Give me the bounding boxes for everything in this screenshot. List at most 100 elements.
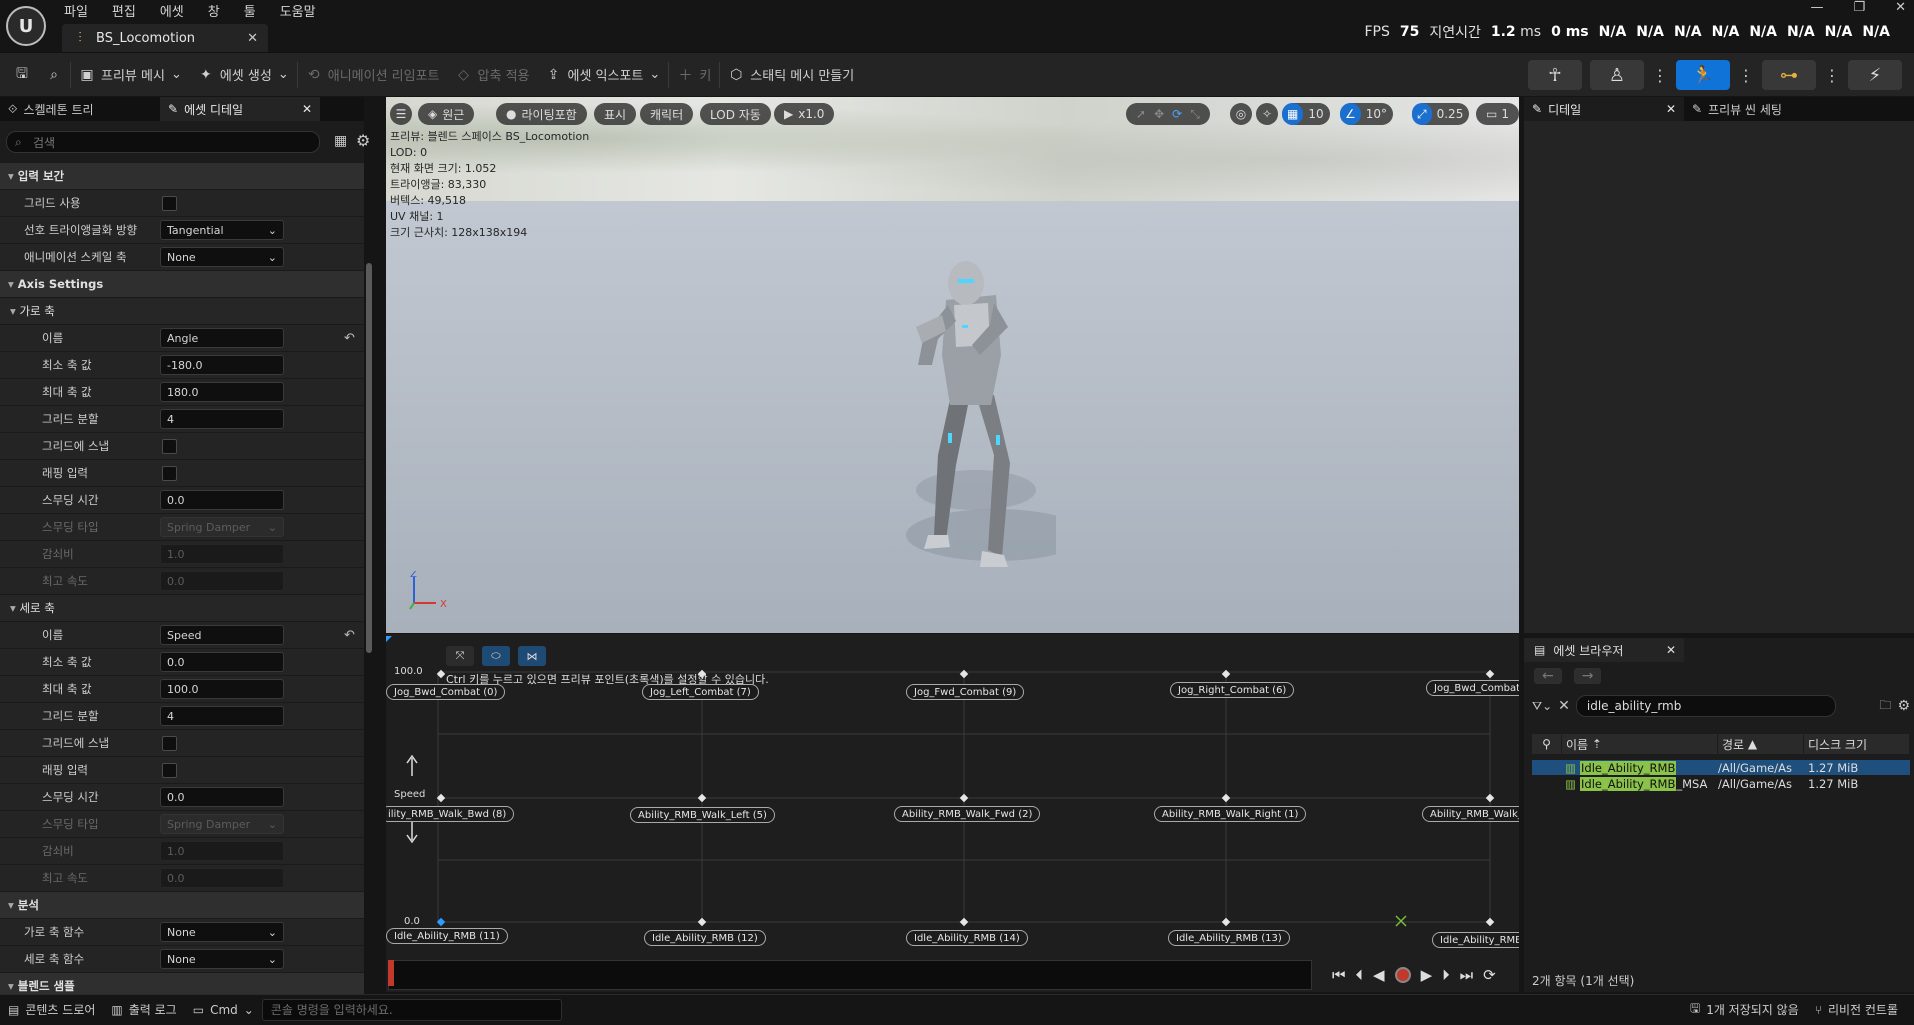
minimize-icon[interactable]: — [1810, 0, 1823, 15]
preview-viewport[interactable]: ☰ ◈ 원근 ● 라이팅포함 표시 캐릭터 LOD 자동 ▶ x1.0 ➚ ✥ ⟳ ⤡… [386, 97, 1519, 633]
h-grid-divisions-input[interactable]: 4 [160, 409, 284, 429]
save-button[interactable]: 🖫 [6, 60, 38, 90]
mesh-mode-button[interactable]: ♙ [1590, 60, 1644, 90]
console-command-input[interactable]: 콘솔 명령을 입력하세요. [261, 998, 562, 1021]
create-asset-button[interactable]: ✦ 에셋 생성 ⌄ [190, 60, 297, 90]
tab-asset-browser[interactable]: ▤ 에셋 브라우저 ✕ [1524, 638, 1684, 662]
reset-arrow-icon[interactable]: ↶ [344, 331, 355, 346]
close-window-icon[interactable]: ✕ [1895, 0, 1906, 15]
v-smoothing-type-select[interactable]: Spring Damper ⌄ [160, 814, 284, 834]
details-scrollbar[interactable] [366, 263, 372, 653]
close-tab-icon[interactable]: ✕ [302, 102, 312, 116]
rotation-snap-button[interactable]: ∠ 10° [1340, 103, 1394, 125]
close-tab-icon[interactable]: ✕ [1666, 643, 1676, 657]
v-damping-input[interactable]: 1.0 [160, 841, 284, 861]
play-forward-icon[interactable]: ▶ [1421, 966, 1433, 984]
document-tab[interactable]: ⫶ BS_Locomotion ✕ [62, 24, 268, 52]
reimport-button[interactable]: ⟲ 애니메이션 리임포트 [298, 60, 448, 90]
menu-window[interactable]: 창 [208, 1, 220, 20]
select-arrow-icon[interactable]: ➚ [1136, 107, 1146, 121]
blend-sample-node[interactable]: Idle_Ability_RMB [1432, 932, 1519, 948]
preview-mesh-button[interactable]: ▣ 프리뷰 메시 ⌄ [71, 60, 190, 90]
fit-view-button[interactable]: ⤧ [446, 646, 474, 666]
h-max-speed-input[interactable]: 0.0 [160, 571, 284, 591]
blend-sample-node[interactable]: Ability_RMB_Walk_ [1422, 806, 1519, 822]
v-snap-checkbox[interactable] [162, 735, 177, 751]
playback-speed-button[interactable]: ▶ x1.0 [774, 103, 835, 125]
anim-scale-axis-select[interactable]: None ⌄ [160, 247, 284, 267]
v-smoothing-time-input[interactable]: 0.0 [160, 787, 284, 807]
blend-sample-node[interactable]: Ability_RMB_Walk_Left (5) [630, 807, 775, 823]
filter-icon[interactable]: ⛛⌄ [1532, 699, 1552, 714]
more-options-icon[interactable]: ⋮ [1738, 66, 1754, 85]
search-input[interactable]: ⌕ 검색 [6, 131, 320, 153]
settings-gear-icon[interactable]: ⚙ [356, 131, 370, 150]
v-wrap-checkbox[interactable] [162, 762, 177, 778]
step-back-icon[interactable]: ⏴ [1356, 966, 1364, 984]
tab-details[interactable]: ✎ 디테일 ✕ [1524, 97, 1684, 121]
clear-search-icon[interactable]: ✕ [1558, 698, 1570, 714]
h-axis-max-input[interactable]: 180.0 [160, 382, 284, 402]
h-wrap-checkbox[interactable] [162, 465, 177, 481]
use-grid-checkbox[interactable] [162, 195, 177, 211]
more-options-icon[interactable]: ⋮ [1824, 66, 1840, 85]
make-static-mesh-button[interactable]: ⬡ 스태틱 메시 만들기 [720, 60, 862, 90]
show-labels-button[interactable]: ⬭ [482, 646, 510, 666]
section-horizontal-axis[interactable]: 가로 축 [0, 298, 364, 325]
close-tab-icon[interactable]: ✕ [1666, 102, 1676, 116]
blend-sample-node[interactable]: Jog_Right_Combat (6) [1170, 682, 1295, 698]
close-tab-icon[interactable]: ✕ [247, 31, 258, 46]
content-drawer-button[interactable]: ▤ 콘텐츠 드로어 [0, 995, 103, 1025]
blend-sample-node[interactable]: Idle_Ability_RMB (11) [386, 928, 508, 944]
triangulation-button[interactable]: ⋈ [518, 646, 546, 666]
character-button[interactable]: 캐릭터 [640, 103, 694, 125]
grid-snap-button[interactable]: ▦ 10 [1282, 103, 1330, 125]
h-snap-checkbox[interactable] [162, 438, 177, 454]
character-mannequin[interactable] [876, 195, 1056, 595]
world-local-button[interactable]: ◎ [1230, 103, 1252, 125]
type-column-icon[interactable]: ⚲ [1532, 734, 1562, 754]
v-function-select[interactable]: None ⌄ [160, 949, 284, 969]
playhead[interactable] [388, 960, 394, 986]
v-max-speed-input[interactable]: 0.0 [160, 868, 284, 888]
v-axis-max-input[interactable]: 100.0 [160, 679, 284, 699]
col-name[interactable]: 이름 ⇡ [1562, 734, 1718, 754]
tab-preview-scene-settings[interactable]: ✎ 프리뷰 씬 세팅 [1684, 97, 1854, 121]
revision-control-button[interactable]: ⑂ 리비전 컨트롤 [1807, 995, 1906, 1025]
section-input-interpolation[interactable]: 입력 보간 [0, 163, 364, 190]
restore-icon[interactable]: ❐ [1853, 0, 1865, 15]
blend-sample-node[interactable]: Jog_Left_Combat (7) [642, 684, 759, 700]
animation-mode-button[interactable]: 🏃 [1676, 60, 1730, 90]
perspective-button[interactable]: ◈ 원근 [418, 103, 475, 125]
timeline-scrubber[interactable] [388, 960, 1312, 990]
v-axis-name-input[interactable]: Speed [160, 625, 284, 645]
col-disk-size[interactable]: 디스크 크기 [1804, 734, 1910, 754]
cmd-selector[interactable]: ▭ Cmd ⌄ [185, 995, 262, 1025]
blend-sample-node[interactable]: Jog_Bwd_Combat [1426, 680, 1519, 696]
menu-help[interactable]: 도움말 [280, 1, 316, 20]
lit-mode-button[interactable]: ● 라이팅포함 [496, 103, 587, 125]
key-button[interactable]: ＋ 키 [669, 60, 719, 90]
v-grid-divisions-input[interactable]: 4 [160, 706, 284, 726]
settings-gear-icon[interactable]: ⚙ [1897, 698, 1910, 714]
blend-sample-node[interactable]: Ability_RMB_Walk_Fwd (2) [894, 806, 1041, 822]
h-smoothing-type-select[interactable]: Spring Damper ⌄ [160, 517, 284, 537]
h-smoothing-time-input[interactable]: 0.0 [160, 490, 284, 510]
translate-icon[interactable]: ✥ [1154, 107, 1164, 121]
section-analysis[interactable]: 분석 [0, 892, 364, 919]
h-axis-name-input[interactable]: Angle [160, 328, 284, 348]
blend-sample-node[interactable]: Jog_Fwd_Combat (9) [906, 684, 1025, 700]
physics-mode-button[interactable]: ⚡ [1848, 60, 1902, 90]
col-path[interactable]: 경로 ▲ [1718, 734, 1804, 754]
v-axis-min-input[interactable]: 0.0 [160, 652, 284, 672]
asset-row[interactable]: ▥ Idle_Ability_RMB_MSA /All/Game/As 1.27… [1532, 776, 1910, 791]
more-options-icon[interactable]: ⋮ [1652, 66, 1668, 85]
step-forward-icon[interactable]: ⏵ [1442, 966, 1450, 984]
h-function-select[interactable]: None ⌄ [160, 922, 284, 942]
table-view-icon[interactable]: ▦ [334, 133, 347, 149]
surface-snap-button[interactable]: ✧ [1256, 103, 1278, 125]
menu-file[interactable]: 파일 [64, 1, 88, 20]
asset-search-input[interactable]: idle_ability_rmb [1575, 695, 1836, 717]
skeleton-mode-button[interactable]: ☥ [1528, 60, 1582, 90]
show-button[interactable]: 표시 [594, 103, 637, 125]
